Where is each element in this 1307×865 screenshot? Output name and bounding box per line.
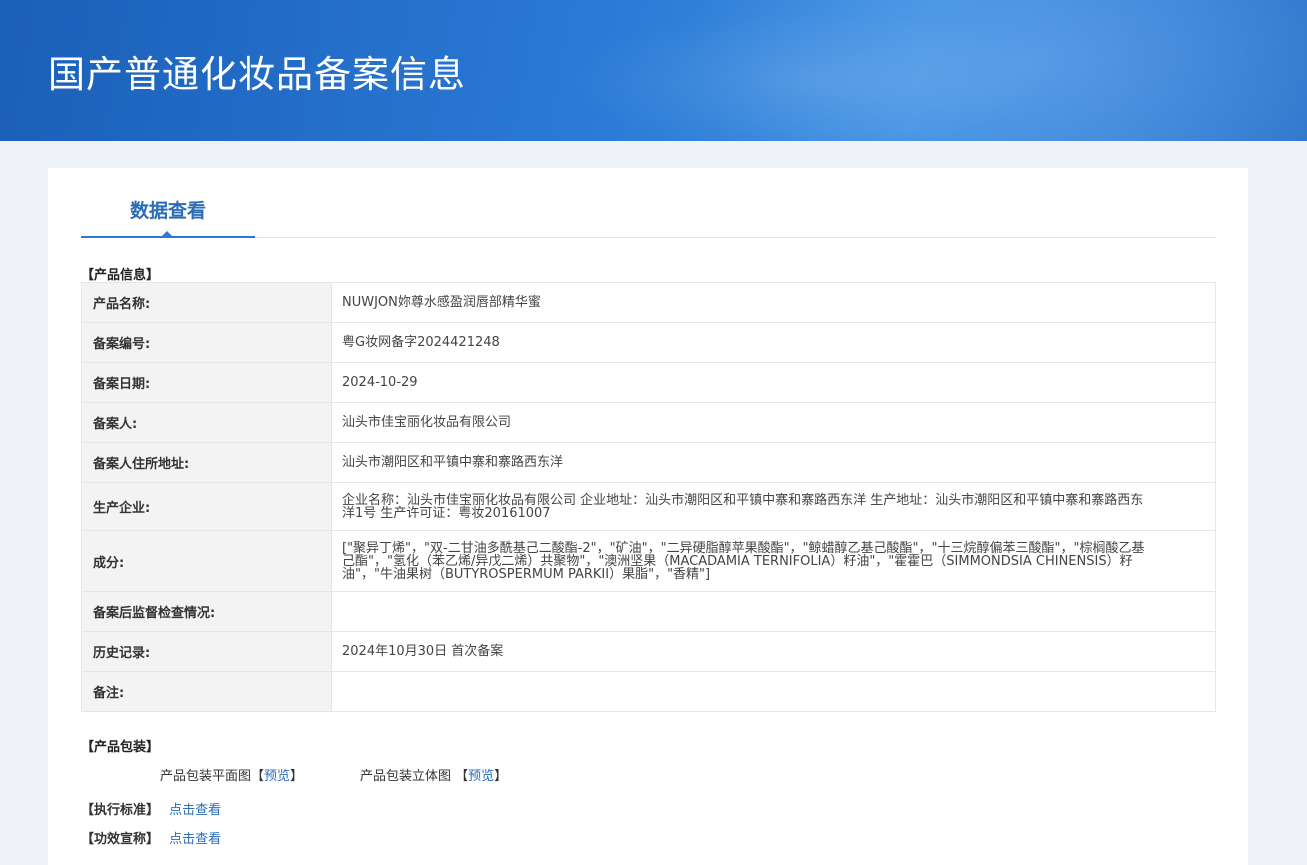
product-info-table: 产品名称: NUWJON妳尊水感盈润唇部精华蜜 备案编号: 粤G妆网备字2024…: [81, 282, 1216, 712]
table-row: 产品名称: NUWJON妳尊水感盈润唇部精华蜜: [81, 282, 1216, 323]
table-row: 备案后监督检查情况:: [81, 591, 1216, 632]
row-value-registrant-address: 汕头市潮阳区和平镇中寨和寨路西东洋: [331, 442, 1216, 483]
table-row: 历史记录: 2024年10月30日 首次备案: [81, 631, 1216, 672]
section-packaging: 【产品包装】: [81, 740, 160, 755]
bracket-open: 【: [251, 769, 265, 784]
row-value-supervision: [331, 591, 1216, 632]
content-card: 数据查看 【产品信息】 产品名称: NUWJON妳尊水感盈润唇部精华蜜 备案编号…: [48, 168, 1248, 865]
bracket-open: 【: [451, 769, 469, 784]
row-key-product-name: 产品名称:: [81, 282, 332, 323]
table-row: 备案编号: 粤G妆网备字2024421248: [81, 322, 1216, 363]
bracket-close: 】: [290, 769, 304, 784]
preview-flat-link[interactable]: 预览: [264, 769, 290, 784]
table-row: 生产企业: 企业名称：汕头市佳宝丽化妆品有限公司 企业地址：汕头市潮阳区和平镇中…: [81, 482, 1216, 531]
preview-solid-link[interactable]: 预览: [468, 769, 494, 784]
bracket-close: 】: [494, 769, 508, 784]
row-key-remarks: 备注:: [81, 671, 332, 712]
row-value-ingredients: ["聚异丁烯"，"双-二甘油多酰基己二酸酯-2"，"矿油"，"二异硬脂醇苹果酸酯…: [331, 530, 1216, 592]
row-value-product-name: NUWJON妳尊水感盈润唇部精华蜜: [331, 282, 1216, 323]
tab-data-view[interactable]: 数据查看: [81, 168, 255, 238]
row-key-history: 历史记录:: [81, 631, 332, 672]
efficacy-view-link[interactable]: 点击查看: [169, 832, 221, 847]
efficacy-row: 【功效宣称】 点击查看: [81, 828, 221, 847]
row-value-remarks: [331, 671, 1216, 712]
packaging-solid-label: 产品包装立体图: [360, 769, 452, 784]
tab-label: 数据查看: [129, 200, 206, 222]
packaging-solid: 产品包装立体图 【预览】: [360, 765, 507, 784]
standard-row: 【执行标准】 点击查看: [81, 799, 221, 818]
section-efficacy: 【功效宣称】: [81, 832, 160, 847]
row-value-record-number: 粤G妆网备字2024421248: [331, 322, 1216, 363]
table-row: 备案人住所地址: 汕头市潮阳区和平镇中寨和寨路西东洋: [81, 442, 1216, 483]
row-key-ingredients: 成分:: [81, 530, 332, 592]
section-product-info: 【产品信息】: [81, 268, 160, 283]
row-key-manufacturer: 生产企业:: [81, 482, 332, 531]
row-key-record-number: 备案编号:: [81, 322, 332, 363]
row-value-registrant: 汕头市佳宝丽化妆品有限公司: [331, 402, 1216, 443]
row-key-registrant-address: 备案人住所地址:: [81, 442, 332, 483]
table-row: 备案人: 汕头市佳宝丽化妆品有限公司: [81, 402, 1216, 443]
page-title: 国产普通化妆品备案信息: [48, 53, 466, 96]
row-key-registrant: 备案人:: [81, 402, 332, 443]
header-banner: 国产普通化妆品备案信息: [0, 0, 1307, 141]
packaging-flat: 产品包装平面图【预览】: [160, 765, 303, 784]
standard-view-link[interactable]: 点击查看: [169, 803, 221, 818]
row-value-record-date: 2024-10-29: [331, 362, 1216, 403]
table-row: 备注:: [81, 671, 1216, 712]
tab-active-indicator: [161, 231, 173, 237]
row-value-manufacturer: 企业名称：汕头市佳宝丽化妆品有限公司 企业地址：汕头市潮阳区和平镇中寨和寨路西东…: [331, 482, 1216, 531]
row-key-record-date: 备案日期:: [81, 362, 332, 403]
row-value-history: 2024年10月30日 首次备案: [331, 631, 1216, 672]
section-standard: 【执行标准】: [81, 803, 160, 818]
table-row: 成分: ["聚异丁烯"，"双-二甘油多酰基己二酸酯-2"，"矿油"，"二异硬脂醇…: [81, 530, 1216, 592]
packaging-flat-label: 产品包装平面图: [160, 769, 252, 784]
tab-bar: 数据查看: [81, 168, 1216, 238]
table-row: 备案日期: 2024-10-29: [81, 362, 1216, 403]
row-key-supervision: 备案后监督检查情况:: [81, 591, 332, 632]
